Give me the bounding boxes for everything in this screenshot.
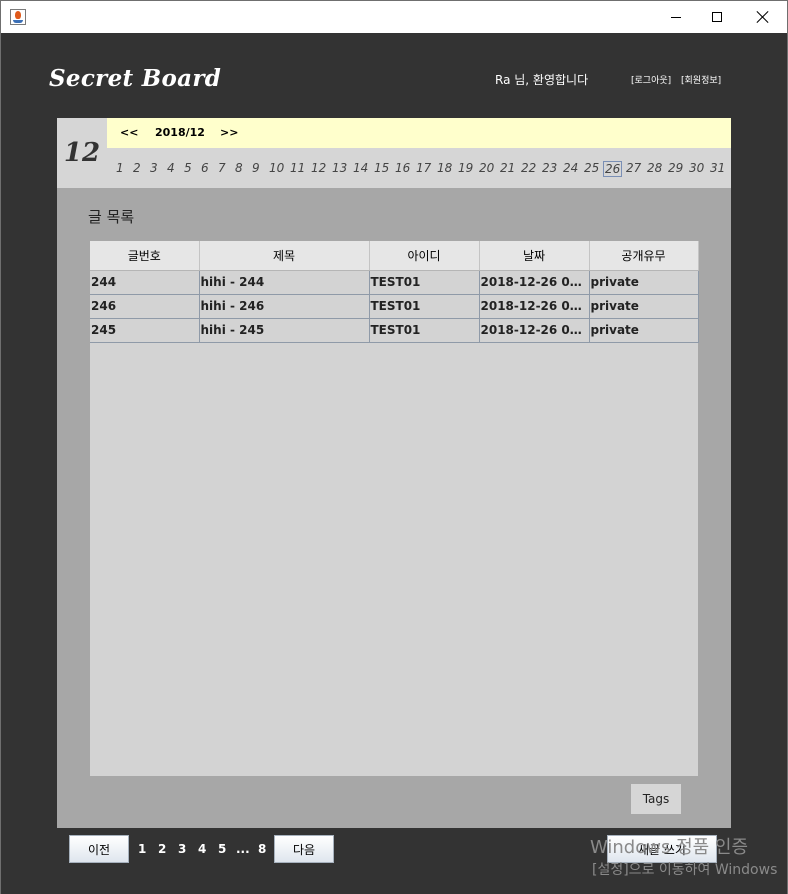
cell-id: TEST01 [369, 318, 480, 343]
cell-title: hihi - 245 [199, 318, 370, 343]
calendar-day[interactable]: 1 [116, 161, 124, 175]
cell-visibility: private [589, 318, 699, 343]
calendar-day[interactable]: 2 [133, 161, 141, 175]
tags-button[interactable]: Tags [631, 784, 681, 814]
profile-link[interactable]: [회원정보] [681, 73, 721, 86]
calendar-day[interactable]: 22 [521, 161, 536, 175]
cell-number: 245 [90, 318, 200, 343]
cell-visibility: private [589, 294, 699, 319]
post-table: 글번호 제목 아이디 날짜 공개유무 244 hihi - 244 TEST01… [90, 241, 699, 776]
calendar-day[interactable]: 6 [201, 161, 209, 175]
calendar-day[interactable]: 30 [689, 161, 704, 175]
calendar-day[interactable]: 26 [603, 161, 623, 177]
page-link[interactable]: 1 [138, 842, 146, 856]
page-ellipsis: ... [236, 842, 250, 856]
welcome-text: Ra 님, 환영합니다 [495, 73, 589, 87]
calendar-day[interactable]: 24 [563, 161, 578, 175]
prev-month-button[interactable]: << [120, 126, 138, 139]
page-link[interactable]: 3 [178, 842, 186, 856]
month-indicator: 12 [57, 118, 107, 188]
calendar-day[interactable]: 31 [710, 161, 725, 175]
logout-link[interactable]: [로그아웃] [631, 73, 671, 86]
calendar-day[interactable]: 10 [269, 161, 284, 175]
minimize-button[interactable] [653, 1, 699, 33]
cell-date: 2018-12-26 00:0... [479, 294, 590, 319]
cell-number: 244 [90, 270, 200, 295]
calendar-day[interactable]: 13 [332, 161, 347, 175]
calendar-day[interactable]: 29 [668, 161, 683, 175]
calendar-day[interactable]: 16 [395, 161, 410, 175]
calendar-day[interactable]: 11 [290, 161, 305, 175]
calendar-day[interactable]: 14 [353, 161, 368, 175]
maximize-button[interactable] [694, 1, 740, 33]
page-link[interactable]: 2 [158, 842, 166, 856]
month-number: 12 [63, 138, 101, 168]
board-panel: 12 << 2018/12 >> 1 2 3 4 5 6 7 8 9 10 11 12 13 14 15 16… [57, 118, 731, 828]
java-icon [10, 9, 26, 25]
column-header-title[interactable]: 제목 [199, 241, 370, 271]
calendar-day[interactable]: 18 [437, 161, 452, 175]
calendar-day[interactable]: 23 [542, 161, 557, 175]
cell-number: 246 [90, 294, 200, 319]
brand-title: Secret Board [49, 65, 222, 92]
cell-id: TEST01 [369, 294, 480, 319]
page-link[interactable]: 4 [198, 842, 206, 856]
calendar-day[interactable]: 9 [252, 161, 260, 175]
app-frame: Secret Board Ra 님, 환영합니다 [로그아웃] [회원정보] 1… [0, 33, 788, 894]
activation-watermark-subtitle: [설정]으로 이동하여 Windows [592, 862, 778, 878]
table-header: 글번호 제목 아이디 날짜 공개유무 [90, 241, 699, 271]
prev-page-button[interactable]: 이전 [69, 835, 129, 863]
cell-date: 2018-12-26 00:0... [479, 318, 590, 343]
calendar-day[interactable]: 4 [167, 161, 175, 175]
cell-title: hihi - 244 [199, 270, 370, 295]
window-titlebar [0, 0, 788, 33]
next-page-button[interactable]: 다음 [274, 835, 334, 863]
calendar-day[interactable]: 28 [647, 161, 662, 175]
month-navigation: << 2018/12 >> [107, 118, 731, 148]
calendar-day[interactable]: 17 [416, 161, 431, 175]
column-header-id[interactable]: 아이디 [369, 241, 480, 271]
calendar-day[interactable]: 12 [311, 161, 326, 175]
table-row[interactable]: 244 hihi - 244 TEST01 2018-12-26 00:0...… [90, 270, 699, 295]
calendar-day[interactable]: 21 [500, 161, 515, 175]
calendar-day[interactable]: 19 [458, 161, 473, 175]
activation-watermark-title: Windows 정품 인증 [590, 837, 749, 858]
minimize-icon [671, 16, 681, 18]
calendar-day[interactable]: 25 [584, 161, 599, 175]
page-link[interactable]: 8 [258, 842, 266, 856]
cell-title: hihi - 246 [199, 294, 370, 319]
calendar-day[interactable]: 15 [374, 161, 389, 175]
list-title: 글 목록 [88, 208, 135, 226]
table-row[interactable]: 246 hihi - 246 TEST01 2018-12-26 00:0...… [90, 294, 699, 319]
close-button[interactable] [740, 1, 786, 33]
cell-id: TEST01 [369, 270, 480, 295]
day-strip: 1 2 3 4 5 6 7 8 9 10 11 12 13 14 15 16 17 18 19 20 21 22 23 24 2… [107, 148, 731, 188]
next-month-button[interactable]: >> [220, 126, 238, 139]
maximize-icon [712, 12, 722, 22]
column-header-number[interactable]: 글번호 [90, 241, 200, 271]
column-header-visibility[interactable]: 공개유무 [589, 241, 699, 271]
calendar-day[interactable]: 8 [235, 161, 243, 175]
cell-visibility: private [589, 270, 699, 295]
calendar-day[interactable]: 27 [626, 161, 641, 175]
calendar-day[interactable]: 7 [218, 161, 226, 175]
calendar-day[interactable]: 3 [150, 161, 158, 175]
current-month-label: 2018/12 [155, 126, 205, 139]
close-icon [757, 11, 769, 23]
calendar-day[interactable]: 20 [479, 161, 494, 175]
column-header-date[interactable]: 날짜 [479, 241, 590, 271]
cell-date: 2018-12-26 00:0... [479, 270, 590, 295]
calendar-day[interactable]: 5 [184, 161, 192, 175]
table-row[interactable]: 245 hihi - 245 TEST01 2018-12-26 00:0...… [90, 318, 699, 343]
page-link[interactable]: 5 [218, 842, 226, 856]
